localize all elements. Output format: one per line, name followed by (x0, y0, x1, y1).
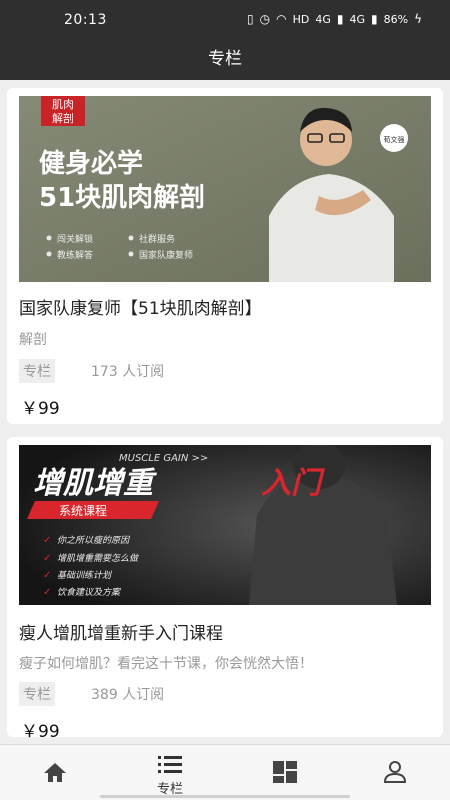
svg-text:✓: ✓ (43, 587, 51, 598)
column-card[interactable]: MUSCLE GAIN >> 增肌增重 入门 系统课程 ✓ 你之所以瘦的原因 ✓… (7, 437, 443, 742)
vibrate-icon: ▯ (247, 12, 254, 26)
banner-headline-red: 入门 (261, 466, 326, 501)
svg-text:✓: ✓ (43, 570, 51, 581)
banner-side-badge: 荀文强 (384, 135, 405, 144)
banner-kicker: MUSCLE GAIN >> (119, 453, 208, 464)
banner-feature: 社群服务 (139, 233, 175, 245)
signal-type-2: 4G (349, 12, 366, 26)
banner-badge-top: 肌肉 (52, 98, 74, 111)
column-card[interactable]: 肌肉 解剖 健身必学 51块肌肉解剖 荀文强 闯关解锁 社群服务 教练解答 国家… (7, 88, 443, 424)
subscriber-count: 173 人订阅 (91, 364, 165, 380)
price: ￥99 (21, 399, 60, 419)
card-description: 解剖 (19, 332, 47, 348)
banner-headline-white: 增肌增重 (33, 466, 157, 501)
course-banner[interactable]: MUSCLE GAIN >> 增肌增重 入门 系统课程 ✓ 你之所以瘦的原因 ✓… (19, 445, 431, 605)
course-banner[interactable]: 肌肉 解剖 健身必学 51块肌肉解剖 荀文强 闯关解锁 社群服务 教练解答 国家… (19, 96, 431, 282)
status-icons: ▯ ◷ ◠ HD 4G ▮ 4G ▮ 86% ϟ (247, 12, 422, 26)
list-icon (158, 756, 182, 773)
svg-text:✓: ✓ (43, 553, 51, 564)
page-title: 专栏 (0, 44, 450, 80)
signal-type-1: 4G (315, 12, 331, 26)
tab-column[interactable]: 专栏 (130, 745, 210, 800)
tab-apps[interactable] (245, 745, 325, 800)
signal-icon: ▮ (336, 12, 344, 26)
svg-text:✓: ✓ (43, 535, 51, 546)
banner-feature: 教练解答 (57, 249, 93, 261)
wifi-icon: ◠ (276, 12, 287, 26)
subscriber-count: 389 人订阅 (91, 687, 165, 703)
banner-image: 肌肉 解剖 健身必学 51块肌肉解剖 荀文强 闯关解锁 社群服务 教练解答 国家… (19, 96, 431, 282)
bottom-tab-bar: 专栏 (0, 744, 450, 800)
banner-badge-bottom: 解剖 (52, 111, 74, 125)
banner-feature: 国家队康复师 (139, 249, 193, 261)
network-type: HD (292, 12, 310, 26)
column-tag: 专栏 (19, 682, 55, 706)
banner-bullet: 增肌增重需要怎么做 (57, 553, 140, 564)
banner-feature: 闯关解锁 (57, 233, 93, 245)
banner-bullet: 基础训练计划 (57, 570, 113, 581)
card-title[interactable]: 瘦人增肌增重新手入门课程 (19, 619, 223, 644)
status-bar: 20:13 ▯ ◷ ◠ HD 4G ▮ 4G ▮ 86% ϟ (0, 0, 450, 44)
column-tag: 专栏 (19, 359, 55, 383)
card-title[interactable]: 国家队康复师【51块肌肉解剖】 (19, 294, 262, 319)
card-description: 瘦子如何增肌？看完这十节课，你会恍然大悟！ (19, 656, 313, 672)
banner-headline-2: 51块肌肉解剖 (39, 182, 205, 213)
user-icon (383, 761, 407, 783)
gesture-bar (100, 795, 350, 798)
battery-level: 86% (383, 12, 409, 26)
grid-icon (273, 761, 297, 783)
price: ￥99 (21, 722, 60, 742)
status-time: 20:13 (64, 12, 107, 28)
banner-ribbon: 系统课程 (59, 503, 107, 518)
tab-profile[interactable] (355, 745, 435, 800)
signal-icon-2: ▮ (371, 12, 378, 26)
banner-headline-1: 健身必学 (39, 148, 143, 179)
banner-image: MUSCLE GAIN >> 增肌增重 入门 系统课程 ✓ 你之所以瘦的原因 ✓… (19, 445, 431, 605)
tab-home[interactable] (15, 745, 95, 800)
alarm-icon: ◷ (259, 12, 271, 26)
charging-icon: ϟ (414, 12, 422, 26)
banner-bullet: 你之所以瘦的原因 (57, 535, 131, 546)
banner-bullet: 饮食建议及方案 (57, 587, 122, 598)
home-icon (44, 763, 66, 782)
